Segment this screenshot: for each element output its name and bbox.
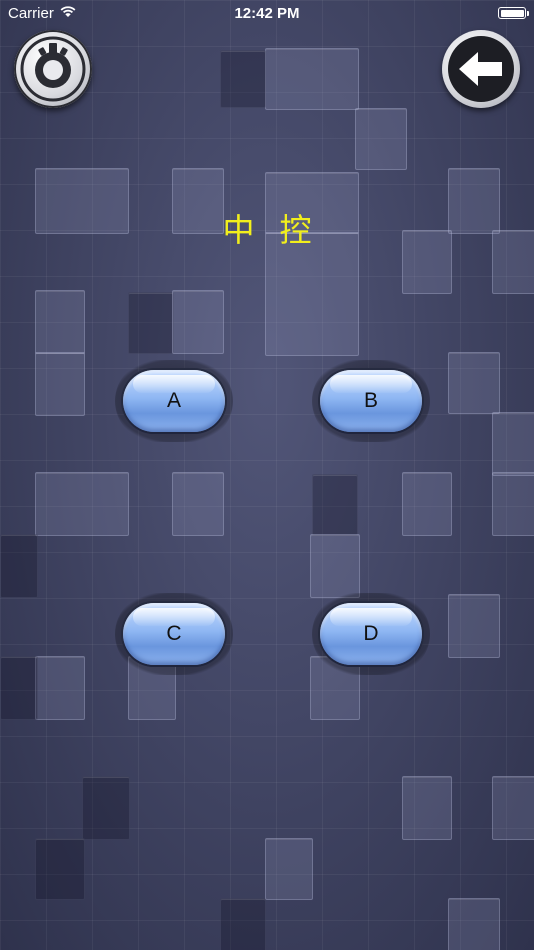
button-c-label: C [166, 622, 182, 645]
page-title: 中 控 [222, 212, 320, 248]
button-b-label: B [363, 389, 378, 412]
button-c[interactable]: C [123, 603, 225, 665]
button-b-container: B [312, 360, 430, 442]
button-d[interactable]: D [320, 603, 422, 665]
button-d-container: D [312, 593, 430, 675]
back-arrow-icon [448, 36, 514, 102]
battery-icon [498, 7, 529, 19]
back-button[interactable] [442, 30, 520, 108]
button-b[interactable]: B [320, 370, 422, 432]
button-a[interactable]: A [123, 370, 225, 432]
status-bar: Carrier 12:42 PM [0, 0, 534, 28]
button-a-container: A [115, 360, 233, 442]
button-a-label: A [166, 389, 181, 412]
button-c-container: C [115, 593, 233, 675]
status-time: 12:42 PM [234, 5, 300, 22]
settings-icon [20, 36, 86, 102]
button-d-label: D [363, 622, 379, 645]
main-screen: Carrier 12:42 PM 中 控 A B C D [0, 0, 534, 950]
settings-button[interactable] [14, 30, 92, 108]
